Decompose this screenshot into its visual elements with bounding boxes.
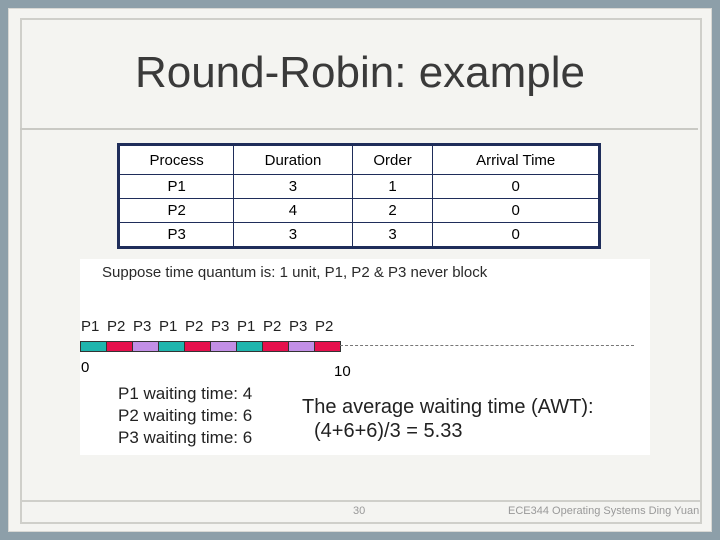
cell: P3 [117,222,235,248]
gantt-slot-p3 [210,341,237,352]
page-number: 30 [353,505,366,517]
gantt-label: P1 [81,318,100,335]
gantt-label: P3 [133,318,152,335]
gantt-slot-p2 [314,341,341,352]
gantt-slot-p1 [158,341,185,352]
gantt-label: P3 [211,318,230,335]
table-row: P1 3 1 0 [117,174,600,199]
gantt-slot-p2 [184,341,211,352]
gantt-label: P2 [315,318,334,335]
process-table: Process Duration Order Arrival Time P1 3 1… [117,143,601,249]
cell: 0 [432,222,600,248]
header-order: Order [351,144,434,175]
waiting-p1: P1 waiting time: 4 [118,384,253,403]
gantt-slot-p2 [262,341,289,352]
footer-course: ECE344 Operating Systems Ding Yuan [508,505,700,517]
cell: 3 [351,222,434,248]
gantt-slot-p1 [80,341,107,352]
table-row: P3 3 3 0 [117,222,600,248]
gantt-label: P1 [237,318,256,335]
cell: 3 [233,222,353,248]
cell: 4 [233,198,353,223]
gantt-label: P1 [159,318,178,335]
gantt-figure: Suppose time quantum is: 1 unit, P1, P2 … [80,259,650,455]
gantt-label: P3 [289,318,308,335]
gantt-label: P2 [263,318,282,335]
cell: 2 [351,198,434,223]
gantt-slot-p2 [106,341,133,352]
awt-formula: (4+6+6)/3 = 5.33 [314,420,463,442]
cell: 0 [432,198,600,223]
waiting-times: P1 waiting time: 4 P2 waiting time: 6 P3… [118,383,252,449]
quantum-note: Suppose time quantum is: 1 unit, P1, P2 … [102,264,488,281]
gantt-label: P2 [185,318,204,335]
waiting-p3: P3 waiting time: 6 [118,428,253,447]
timeline-dashes [340,345,634,346]
cell: 0 [432,174,600,199]
waiting-p2: P2 waiting time: 6 [118,406,253,425]
gantt-slot-p3 [132,341,159,352]
footer-divider [20,500,700,502]
gantt-label: P2 [107,318,126,335]
header-arrival: Arrival Time [432,144,600,175]
cell: P2 [117,198,235,223]
average-waiting-time: The average waiting time (AWT): (4+6+6)/… [302,395,594,443]
awt-title: The average waiting time (AWT): [302,396,594,418]
cell: 3 [233,174,353,199]
cell: P1 [117,174,235,199]
time-end: 10 [334,363,351,380]
gantt-slot-p1 [236,341,263,352]
header-duration: Duration [233,144,353,175]
time-start: 0 [81,359,90,376]
header-process: Process [117,144,235,175]
cell: 1 [351,174,434,199]
table-row: P2 4 2 0 [117,198,600,223]
slide-title: Round-Robin: example [134,48,586,97]
gantt-slot-p3 [288,341,315,352]
table-header-row: Process Duration Order Arrival Time [117,144,600,175]
